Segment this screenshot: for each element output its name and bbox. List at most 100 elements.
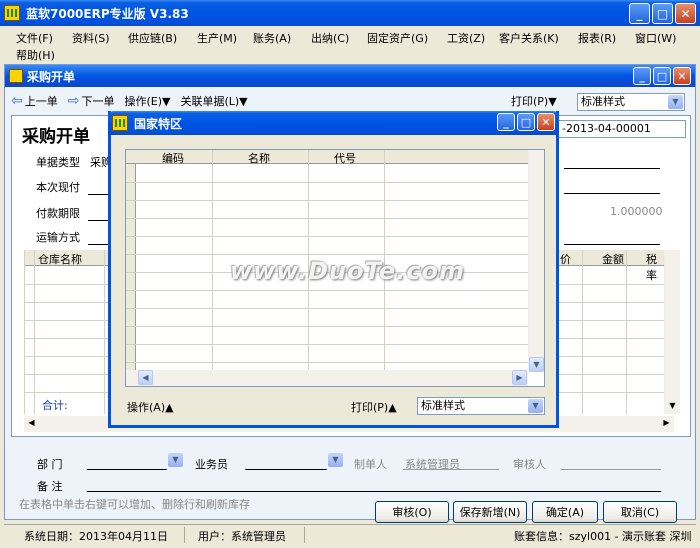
doc-close-button[interactable]: ✕ <box>673 67 691 85</box>
close-button[interactable]: ✕ <box>675 3 696 24</box>
menu-reports[interactable]: 报表(R) <box>578 30 616 46</box>
dialog-close-button[interactable]: ✕ <box>537 113 555 131</box>
operate-menu[interactable]: 操作(E)▼ <box>124 93 170 109</box>
col-warehouse: 仓库名称 <box>38 253 82 266</box>
col-abbr[interactable]: 代号 <box>334 150 356 166</box>
prev-button[interactable]: ⇦ 上一单 <box>11 93 58 109</box>
status-bar: 系统日期：2013年04月11日 用户：系统管理员 账套信息：szyl001 -… <box>4 524 696 544</box>
salesman-field[interactable] <box>245 469 327 470</box>
auditor-field <box>561 469 661 470</box>
scroll-right-icon[interactable]: ▶ <box>512 370 527 385</box>
menu-window[interactable]: 窗口(W) <box>635 30 676 46</box>
scroll-down-icon[interactable]: ▼ <box>665 399 680 414</box>
dept-dropdown[interactable]: ▼ <box>167 452 184 470</box>
status-user: 用户：系统管理员 <box>198 530 286 543</box>
pay-term-field[interactable] <box>88 220 110 221</box>
dialog-title-bar[interactable]: 国家特区 _ □ ✕ <box>108 111 559 135</box>
right-field-2[interactable] <box>564 193 660 194</box>
dialog-logo-icon <box>112 115 128 131</box>
dialog-print-menu[interactable]: 打印(P)▲ <box>351 399 397 415</box>
doc-type-label: 单据类型 <box>36 156 80 169</box>
menu-help[interactable]: 帮助(H) <box>16 47 55 63</box>
window-logo-icon <box>9 69 23 83</box>
dialog-style-select[interactable]: 标准样式 ▼ <box>417 397 545 415</box>
related-docs-menu[interactable]: 关联单据(L)▼ <box>180 93 247 109</box>
next-button[interactable]: ⇨ 下一单 <box>68 93 115 109</box>
remark-label: 备 注 <box>37 480 63 493</box>
save-new-button[interactable]: 保存新增(N) <box>453 501 527 523</box>
dialog-operate-menu[interactable]: 操作(A)▲ <box>127 399 174 415</box>
total-label: 合计: <box>42 399 68 412</box>
style-select[interactable]: 标准样式 ▼ <box>577 93 685 111</box>
purchase-window-title: 采购开单 <box>27 69 76 84</box>
col-amount: 金额 <box>602 253 624 266</box>
dialog-vertical-scrollbar[interactable]: ▼ <box>528 150 544 372</box>
menu-cashier[interactable]: 出纳(C) <box>311 30 349 46</box>
dept-field[interactable] <box>87 469 167 470</box>
ship-method-label: 运输方式 <box>36 231 80 244</box>
salesman-dropdown[interactable]: ▼ <box>327 452 344 470</box>
app-title: 蓝软7000ERP专业版 V3.83 <box>26 6 189 21</box>
ship-method-field[interactable] <box>88 244 110 245</box>
doc-minimize-button[interactable]: _ <box>633 67 651 85</box>
dialog-maximize-button[interactable]: □ <box>517 113 535 131</box>
grid-vertical-scrollbar[interactable]: ▼ <box>664 250 680 414</box>
menu-data[interactable]: 资料(S) <box>72 30 110 46</box>
menu-supply-chain[interactable]: 供应链(B) <box>128 30 177 46</box>
app-logo-icon <box>4 5 20 21</box>
dialog-title: 国家特区 <box>134 116 183 131</box>
dialog-style-value: 标准样式 <box>421 399 465 412</box>
col-code[interactable]: 编码 <box>162 150 184 166</box>
menu-file[interactable]: 文件(F) <box>16 30 53 46</box>
doc-maximize-button[interactable]: □ <box>653 67 671 85</box>
scroll-left-icon[interactable]: ◀ <box>24 416 39 431</box>
salesman-label: 业务员 <box>195 458 228 471</box>
doc-number-field[interactable]: -2013-04-00001 <box>558 120 686 138</box>
current-pay-field[interactable] <box>88 194 110 195</box>
current-pay-label: 本次现付 <box>36 181 80 194</box>
print-menu[interactable]: 打印(P)▼ <box>511 93 557 109</box>
right-field-1[interactable] <box>564 168 660 169</box>
dialog-horizontal-scrollbar[interactable]: ◀ ▶ <box>126 370 528 386</box>
chevron-down-icon: ▼ <box>328 453 343 467</box>
dialog-grid-header: 编码 名称 代号 <box>126 150 544 166</box>
chevron-down-icon: ▼ <box>528 399 543 413</box>
exchange-rate-value[interactable]: 1.000000 <box>610 205 663 218</box>
status-account: 账套信息：szyl001 - 演示账套 深圳 <box>514 530 692 543</box>
app-title-bar[interactable]: 蓝软7000ERP专业版 V3.83 _ □ ✕ <box>0 0 700 26</box>
right-field-4[interactable] <box>564 244 660 245</box>
maker-label: 制单人 <box>354 458 387 471</box>
menu-customer[interactable]: 客户关系(K) <box>499 30 559 46</box>
purchase-window-title-bar[interactable]: 采购开单 _ □ ✕ <box>5 65 695 87</box>
audit-button[interactable]: 审核(O) <box>375 501 449 523</box>
menu-production[interactable]: 生产(M) <box>197 30 237 46</box>
pay-term-label: 付款期限 <box>36 207 80 220</box>
menu-accounting[interactable]: 账务(A) <box>253 30 291 46</box>
doc-number-value: -2013-04-00001 <box>562 122 651 135</box>
hint-text: 在表格中单击右键可以增加、删除行和刷新库存 <box>19 498 250 511</box>
dialog-minimize-button[interactable]: _ <box>497 113 515 131</box>
status-system-date: 系统日期：2013年04月11日 <box>24 530 168 543</box>
maximize-button[interactable]: □ <box>652 3 673 24</box>
style-select-value: 标准样式 <box>581 95 625 108</box>
cancel-button[interactable]: 取消(C) <box>603 501 677 523</box>
watermark: www.DuoTe.com <box>230 257 465 285</box>
remark-field[interactable] <box>87 491 661 492</box>
row-indicator-column <box>126 164 136 370</box>
dept-label: 部 门 <box>37 458 63 471</box>
arrow-left-icon: ⇦ <box>11 93 23 109</box>
chevron-down-icon: ▼ <box>668 95 683 109</box>
auditor-label: 审核人 <box>513 458 546 471</box>
menu-fixed-assets[interactable]: 固定资产(G) <box>367 30 428 46</box>
minimize-button[interactable]: _ <box>629 3 650 24</box>
maker-field <box>403 469 499 470</box>
col-price: 价 <box>560 253 571 266</box>
menu-salary[interactable]: 工资(Z) <box>447 30 485 46</box>
form-title: 采购开单 <box>22 127 90 147</box>
ok-button[interactable]: 确定(A) <box>532 501 598 523</box>
arrow-right-icon: ⇨ <box>67 93 80 109</box>
scroll-right-icon[interactable]: ▶ <box>659 416 674 431</box>
scroll-left-icon[interactable]: ◀ <box>138 370 153 385</box>
col-name[interactable]: 名称 <box>248 150 270 166</box>
scroll-down-icon[interactable]: ▼ <box>529 357 544 372</box>
